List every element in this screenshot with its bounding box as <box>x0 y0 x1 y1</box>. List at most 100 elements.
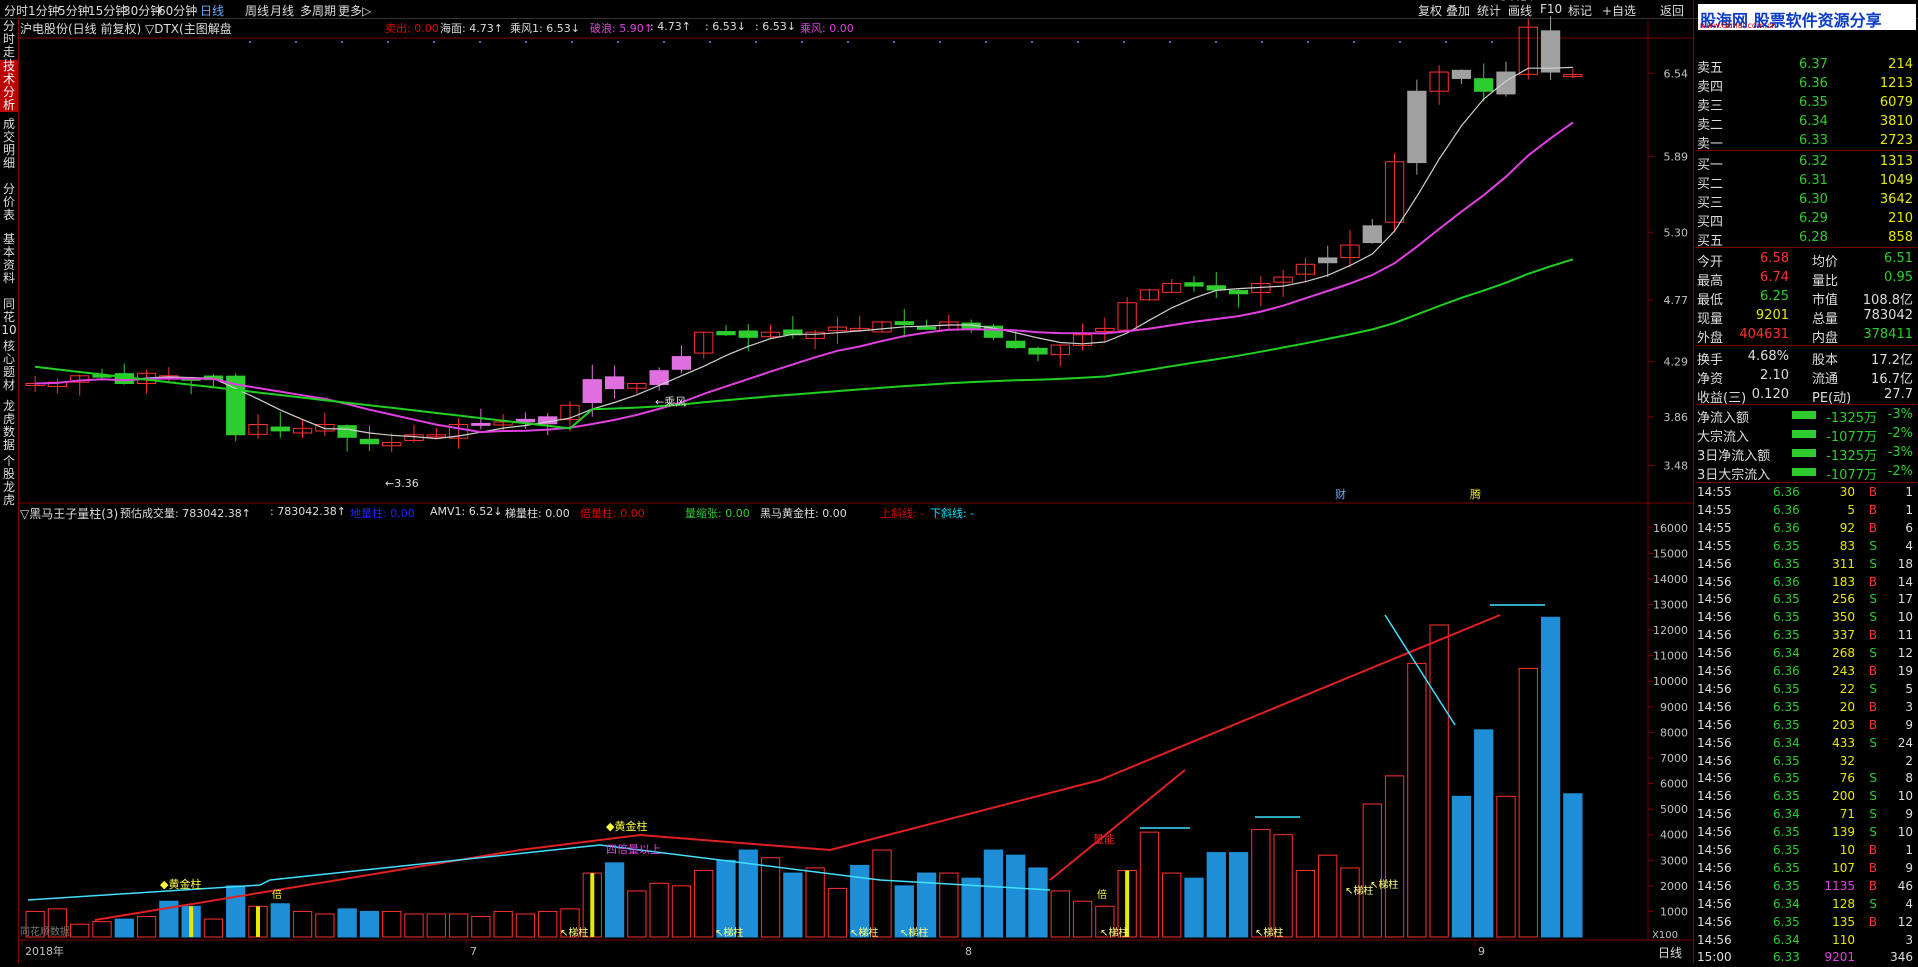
top-dot <box>1169 41 1171 43</box>
tick-row: 14:56 6.34 433 S 24 <box>1697 735 1915 753</box>
volume-bar <box>872 849 892 938</box>
tick-count: 3 <box>1905 699 1913 714</box>
volume-bar <box>538 910 558 938</box>
volume-bar <box>448 913 469 938</box>
kline-chart[interactable]: 6.54 5.89 5.30 4.77 4.29 3.86 3.48 ↙7.14 ←3.36 ←乘… <box>0 0 1693 963</box>
volume-bar <box>1384 775 1405 938</box>
ask-label: 卖四 <box>1697 80 1724 95</box>
bid-label: 买四 <box>1697 215 1724 230</box>
stat2-value: 27.7 <box>1884 387 1913 402</box>
tick-row: 15:00 6.33 9201 346 <box>1697 949 1915 967</box>
volume-bar <box>471 916 491 938</box>
bid-row: 买一 6.32 1313 <box>1697 153 1915 173</box>
energy-annotation: 量能 <box>1093 832 1115 846</box>
volume-bar <box>515 913 536 938</box>
logo-url: www.Guhai.com.cn <box>1700 21 1777 30</box>
tick-volume: 183 <box>1832 574 1855 589</box>
top-dot <box>1353 41 1355 43</box>
stat-row: 今开 6.58 均价 6.51 <box>1697 250 1915 270</box>
top-dot <box>1491 41 1493 43</box>
bid-volume: 1313 <box>1879 154 1913 169</box>
tick-count: 12 <box>1897 914 1913 929</box>
event-marker: 腾 <box>1470 487 1481 501</box>
tick-count: 1 <box>1905 485 1913 499</box>
bei-annotation-2: 倍 <box>272 888 282 901</box>
flow-bar <box>1792 430 1816 438</box>
tick-volume: 22 <box>1839 681 1855 696</box>
bid-price: 6.32 <box>1799 154 1828 169</box>
tick-row: 14:56 6.35 337 B 11 <box>1697 627 1915 645</box>
flow-bar <box>1792 468 1816 476</box>
tick-price: 6.35 <box>1773 610 1800 625</box>
stat-value: 6.74 <box>1760 270 1789 285</box>
quote-separator <box>1695 345 1917 346</box>
tick-price: 6.35 <box>1773 789 1800 804</box>
volume-tick-label: 5000 <box>1660 803 1688 816</box>
tick-price: 6.34 <box>1773 932 1800 947</box>
volume-bar <box>1228 852 1249 938</box>
tick-price: 6.34 <box>1773 896 1800 911</box>
candle-body <box>471 422 491 426</box>
site-logo: 股海网 股票软件资源分享 www.Guhai.com.cn <box>1698 4 1916 30</box>
tick-row: 14:56 6.35 76 S 8 <box>1697 770 1915 788</box>
tick-volume: 83 <box>1839 538 1855 553</box>
tick-time: 14:56 <box>1697 753 1732 768</box>
top-dot <box>387 41 389 43</box>
tick-row: 14:56 6.35 350 S 10 <box>1697 609 1915 627</box>
tick-price: 6.36 <box>1773 664 1800 678</box>
stat2-label: 流通 <box>1812 372 1839 387</box>
period-label[interactable]: 日线 <box>1648 944 1692 962</box>
tick-price: 6.35 <box>1773 628 1800 643</box>
candle-body <box>716 331 736 336</box>
top-dot <box>571 41 573 43</box>
volume-bar <box>404 913 424 938</box>
tick-volume: 30 <box>1839 485 1855 499</box>
volume-bar <box>1050 890 1070 938</box>
flow-label: 净流入额 <box>1697 411 1750 426</box>
volume-bar <box>1206 852 1226 938</box>
gold-bar <box>189 906 194 937</box>
stat-label: 量比 <box>1812 274 1839 289</box>
volume-bar <box>604 862 625 938</box>
volume-bar <box>783 872 803 938</box>
stat-row: 现量 9201 总量 783042 <box>1697 307 1915 327</box>
ma-pink-line <box>35 121 1574 434</box>
tick-side: S <box>1869 807 1877 822</box>
stat-label: 今开 <box>1697 255 1724 270</box>
volume-tick-label: 7000 <box>1660 752 1688 765</box>
flow-value: -1325万 <box>1826 411 1877 426</box>
tick-price: 6.35 <box>1773 753 1800 768</box>
double-annotation: 四倍量以上 <box>606 842 661 856</box>
tick-side: S <box>1869 681 1877 696</box>
tick-row: 14:56 6.34 71 S 9 <box>1697 806 1915 824</box>
flow-label: 3日净流入额 <box>1697 449 1771 464</box>
tick-time: 14:56 <box>1697 574 1732 589</box>
volume-bar <box>961 877 981 938</box>
volume-tick-label: 10000 <box>1653 675 1688 688</box>
volume-bar <box>1518 667 1538 938</box>
top-dot <box>433 41 435 43</box>
stat2-value: 17.2亿 <box>1871 353 1913 368</box>
down-trend-line-2 <box>1384 614 1456 726</box>
price-tick-label: 5.30 <box>1664 226 1689 239</box>
volume-bar <box>1451 795 1472 938</box>
candle-body <box>1028 347 1048 355</box>
tick-time: 14:56 <box>1697 646 1732 661</box>
candle-body <box>1184 282 1204 287</box>
volume-bar <box>136 916 157 938</box>
stat-row: 最高 6.74 量比 0.95 <box>1697 269 1915 289</box>
quote-separator <box>1695 247 1917 248</box>
tick-price: 6.35 <box>1773 771 1800 786</box>
tick-side: S <box>1869 538 1877 553</box>
tick-side: S <box>1869 646 1877 661</box>
flow-value: -1077万 <box>1826 468 1877 483</box>
flow-label: 3日大宗流入 <box>1697 468 1771 483</box>
flow-value: -1077万 <box>1826 430 1877 445</box>
candle-body <box>738 330 758 338</box>
stat2-label: 净资 <box>1697 372 1724 387</box>
stat-value: 6.58 <box>1760 251 1789 266</box>
tick-time: 14:56 <box>1697 628 1732 643</box>
tick-price: 6.35 <box>1773 878 1800 893</box>
volume-bar <box>114 918 134 938</box>
tick-count: 2 <box>1905 753 1913 768</box>
